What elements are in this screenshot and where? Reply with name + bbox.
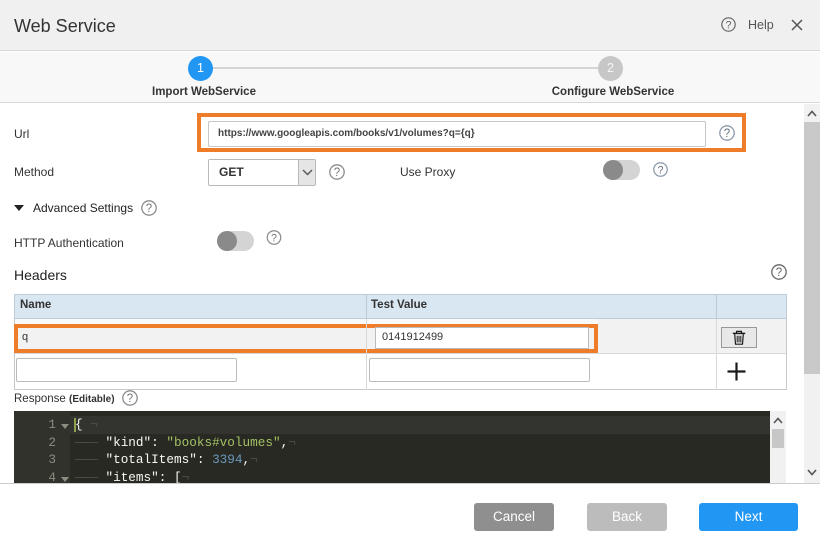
svg-text:?: ? [271, 232, 277, 244]
svg-text:?: ? [776, 267, 782, 279]
svg-text:?: ? [658, 164, 664, 176]
svg-text:?: ? [724, 128, 730, 140]
svg-text:?: ? [146, 203, 152, 215]
svg-text:?: ? [725, 19, 731, 31]
svg-text:?: ? [334, 167, 340, 179]
svg-text:?: ? [127, 393, 133, 405]
